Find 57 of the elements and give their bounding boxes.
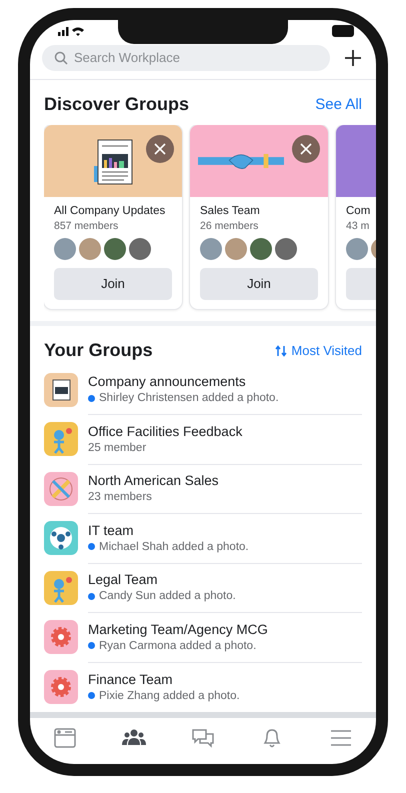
group-card[interactable]: All Company Updates 857 members Join — [44, 124, 182, 309]
group-activity: Pixie Zhang added a photo. — [99, 690, 240, 702]
group-name: Company announcements — [88, 374, 247, 390]
search-field[interactable]: Search Workplace — [42, 44, 330, 71]
section-title: Your Groups — [44, 340, 153, 362]
close-icon — [154, 142, 166, 155]
group-name: North American Sales — [88, 473, 220, 488]
group-row[interactable]: IT team Michael Shah added a photo. — [44, 514, 376, 564]
group-row[interactable]: Office Facilities Feedback 25 member — [44, 414, 376, 464]
avatar — [225, 238, 247, 260]
feed-tab[interactable] — [52, 726, 77, 749]
search-icon — [54, 50, 68, 65]
dismiss-button[interactable] — [292, 134, 320, 163]
group-name: Legal Team — [88, 572, 159, 588]
group-activity: Candy Sun added a photo. — [99, 590, 236, 602]
group-name: Com — [346, 204, 372, 217]
group-name: Office Facilities Feedback — [88, 424, 244, 439]
member-count: 26 members — [200, 220, 260, 232]
group-name: IT team — [88, 522, 135, 538]
join-button[interactable]: Join — [54, 268, 172, 300]
group-activity: 23 members — [88, 491, 152, 504]
avatar — [104, 238, 126, 260]
avatar — [79, 238, 101, 260]
dismiss-button[interactable] — [146, 134, 174, 163]
join-button[interactable]: Join — [200, 268, 318, 300]
group-name: All Company Updates — [54, 204, 166, 217]
group-row[interactable]: Company announcements Shirley Christensen added a photo. — [44, 365, 376, 415]
battery-icon — [332, 25, 354, 38]
group-row[interactable]: Marketing Team/Agency MCG Ryan Carmona added a photo. — [44, 612, 376, 662]
chat-tab[interactable] — [190, 726, 215, 749]
member-count: 857 members — [54, 220, 120, 232]
avatar — [275, 238, 297, 260]
close-icon — [300, 142, 312, 155]
avatar — [346, 238, 368, 260]
avatar — [129, 238, 151, 260]
group-activity: 25 member — [88, 442, 146, 454]
group-card[interactable]: Com 43 m — [336, 124, 376, 309]
avatar — [200, 238, 222, 260]
avatar — [54, 238, 76, 260]
sort-link[interactable]: Most Visited — [275, 343, 362, 358]
see-all-link[interactable]: See All — [315, 96, 362, 113]
group-activity: Shirley Christensen added a photo. — [99, 392, 279, 404]
sort-icon — [275, 344, 288, 357]
group-row[interactable]: North American Sales 23 members — [44, 464, 376, 514]
group-card[interactable]: Sales Team 26 members Join — [190, 124, 328, 309]
group-activity: Michael Shah added a photo. — [99, 540, 249, 553]
member-count: 43 m — [346, 220, 370, 232]
group-name: Sales Team — [200, 204, 261, 217]
group-activity: Ryan Carmona added a photo. — [99, 640, 256, 652]
group-name: Marketing Team/Agency MCG — [88, 622, 269, 637]
signal-wifi-icon — [58, 26, 86, 36]
group-name: Finance Team — [88, 672, 174, 687]
section-title: Discover Groups — [44, 94, 190, 115]
group-row[interactable]: Legal Team Candy Sun added a photo. — [44, 563, 376, 613]
group-row[interactable]: Finance Team Pixie Zhang added a photo. — [44, 662, 376, 712]
add-icon[interactable] — [344, 48, 362, 67]
avatar — [250, 238, 272, 260]
